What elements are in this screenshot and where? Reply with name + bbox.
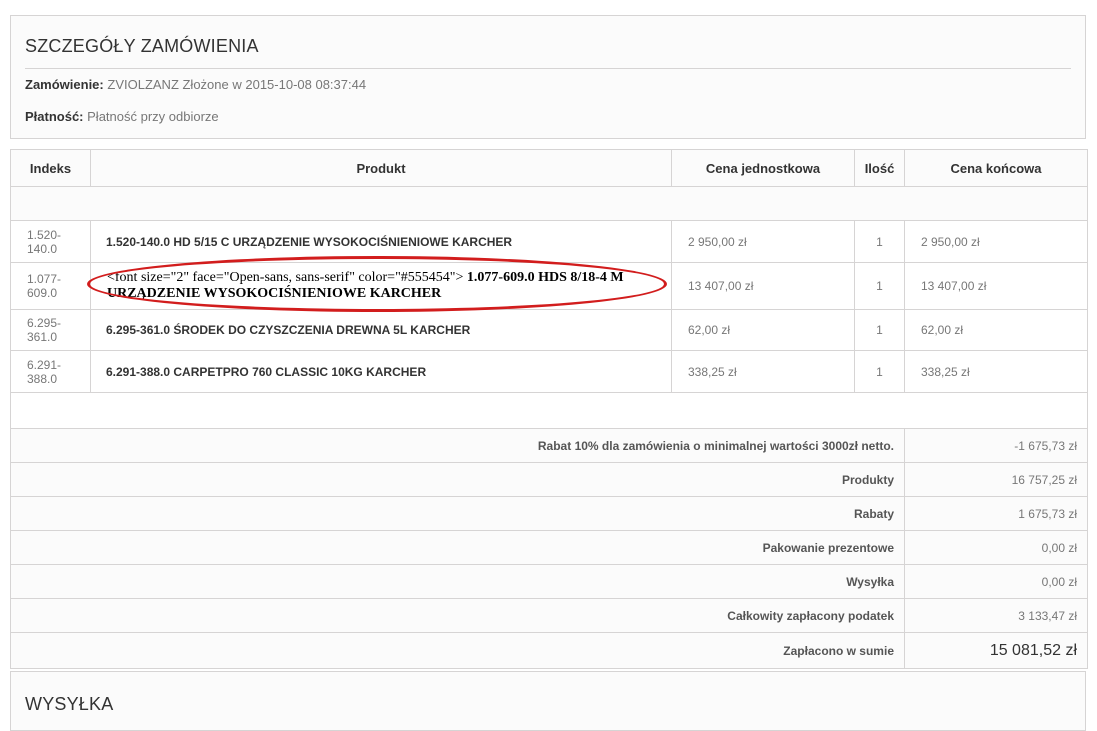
summary-label: Całkowity zapłacony podatek — [10, 598, 905, 633]
header-qty: Ilość — [854, 149, 905, 187]
summary-label: Wysyłka — [10, 564, 905, 599]
row-product[interactable]: 6.295-361.0 ŚRODEK DO CZYSZCZENIA DREWNA… — [90, 309, 672, 351]
row-unit-price: 338,25 zł — [671, 350, 855, 393]
row-total: 13 407,00 zł — [904, 262, 1088, 310]
table-row: 1.077- 609.0 <font size="2" face="Open-sa… — [10, 256, 1088, 312]
title-divider — [25, 68, 1071, 69]
summary-row-tax: Całkowity zapłacony podatek 3 133,47 zł — [10, 598, 1088, 633]
row-unit-price: 13 407,00 zł — [671, 262, 855, 310]
order-details-box: SZCZEGÓŁY ZAMÓWIENIA Zamówienie: ZVIOLZA… — [10, 15, 1086, 139]
order-line: Zamówienie: ZVIOLZANZ Złożone w 2015-10-… — [25, 77, 366, 92]
row-total: 338,25 zł — [904, 350, 1088, 393]
order-details-title: SZCZEGÓŁY ZAMÓWIENIA — [25, 36, 259, 56]
payment-value: Płatność przy odbiorze — [87, 109, 219, 124]
row-index: 6.295- 361.0 — [10, 309, 91, 351]
row-unit-price: 2 950,00 zł — [671, 220, 855, 263]
summary-value: 0,00 zł — [904, 530, 1088, 565]
order-label: Zamówienie: — [25, 77, 104, 92]
table-row: 1.520- 140.0 1.520-140.0 HD 5/15 C URZĄDZ… — [10, 220, 1088, 263]
order-value: ZVIOLZANZ Złożone w 2015-10-08 08:37:44 — [107, 77, 367, 92]
summary-value: -1 675,73 zł — [904, 428, 1088, 463]
table-header-row: Indeks Produkt Cena jednostkowa Ilość Ce… — [10, 149, 1088, 187]
shipping-title: WYSYŁKA — [25, 694, 114, 714]
payment-line: Płatność: Płatność przy odbiorze — [25, 109, 219, 124]
row-index: 1.077- 609.0 — [10, 262, 91, 310]
summary-row-discount: Rabat 10% dla zamówienia o minimalnej wa… — [10, 428, 1088, 463]
summary-value: 0,00 zł — [904, 564, 1088, 599]
header-index: Indeks — [10, 149, 91, 187]
summary-value: 1 675,73 zł — [904, 496, 1088, 531]
summary-row-grand-total: Zapłacono w sumie 15 081,52 zł — [10, 632, 1088, 669]
header-total: Cena końcowa — [904, 149, 1088, 187]
summary-label: Produkty — [10, 462, 905, 497]
summary-value-grand-total: 15 081,52 zł — [904, 632, 1088, 669]
payment-label: Płatność: — [25, 109, 84, 124]
row-product[interactable]: <font size="2" face="Open-sans, sans-ser… — [87, 256, 672, 312]
summary-label: Zapłacono w sumie — [10, 632, 905, 669]
header-product: Produkt — [90, 149, 672, 187]
summary-label: Rabaty — [10, 496, 905, 531]
row-unit-price: 62,00 zł — [671, 309, 855, 351]
shipping-box: WYSYŁKA — [10, 671, 1086, 731]
summary-label: Rabat 10% dla zamówienia o minimalnej wa… — [10, 428, 905, 463]
summary-row-shipping: Wysyłka 0,00 zł — [10, 564, 1088, 599]
summary-label: Pakowanie prezentowe — [10, 530, 905, 565]
row-qty: 1 — [854, 309, 905, 351]
summary-row-products: Produkty 16 757,25 zł — [10, 462, 1088, 497]
summary-row-gift-wrap: Pakowanie prezentowe 0,00 zł — [10, 530, 1088, 565]
summary-value: 3 133,47 zł — [904, 598, 1088, 633]
raw-font-tag-text: <font size="2" face="Open-sans, sans-ser… — [107, 270, 464, 285]
summary-row-discounts: Rabaty 1 675,73 zł — [10, 496, 1088, 531]
row-total: 62,00 zł — [904, 309, 1088, 351]
summary-value: 16 757,25 zł — [904, 462, 1088, 497]
row-qty: 1 — [854, 220, 905, 263]
table-spacer-row — [10, 186, 1088, 221]
row-index: 1.520- 140.0 — [10, 220, 91, 263]
table-blank-row — [10, 392, 1088, 429]
row-index: 6.291- 388.0 — [10, 350, 91, 393]
row-qty: 1 — [854, 262, 905, 310]
header-unit-price: Cena jednostkowa — [671, 149, 855, 187]
row-product[interactable]: 1.520-140.0 HD 5/15 C URZĄDZENIE WYSOKOC… — [90, 220, 672, 263]
table-row: 6.291- 388.0 6.291-388.0 CARPETPRO 760 CL… — [10, 350, 1088, 393]
row-qty: 1 — [854, 350, 905, 393]
row-product[interactable]: 6.291-388.0 CARPETPRO 760 CLASSIC 10KG K… — [90, 350, 672, 393]
row-total: 2 950,00 zł — [904, 220, 1088, 263]
table-row: 6.295- 361.0 6.295-361.0 ŚRODEK DO CZYSZC… — [10, 309, 1088, 351]
order-products-table: Indeks Produkt Cena jednostkowa Ilość Ce… — [10, 149, 1088, 669]
